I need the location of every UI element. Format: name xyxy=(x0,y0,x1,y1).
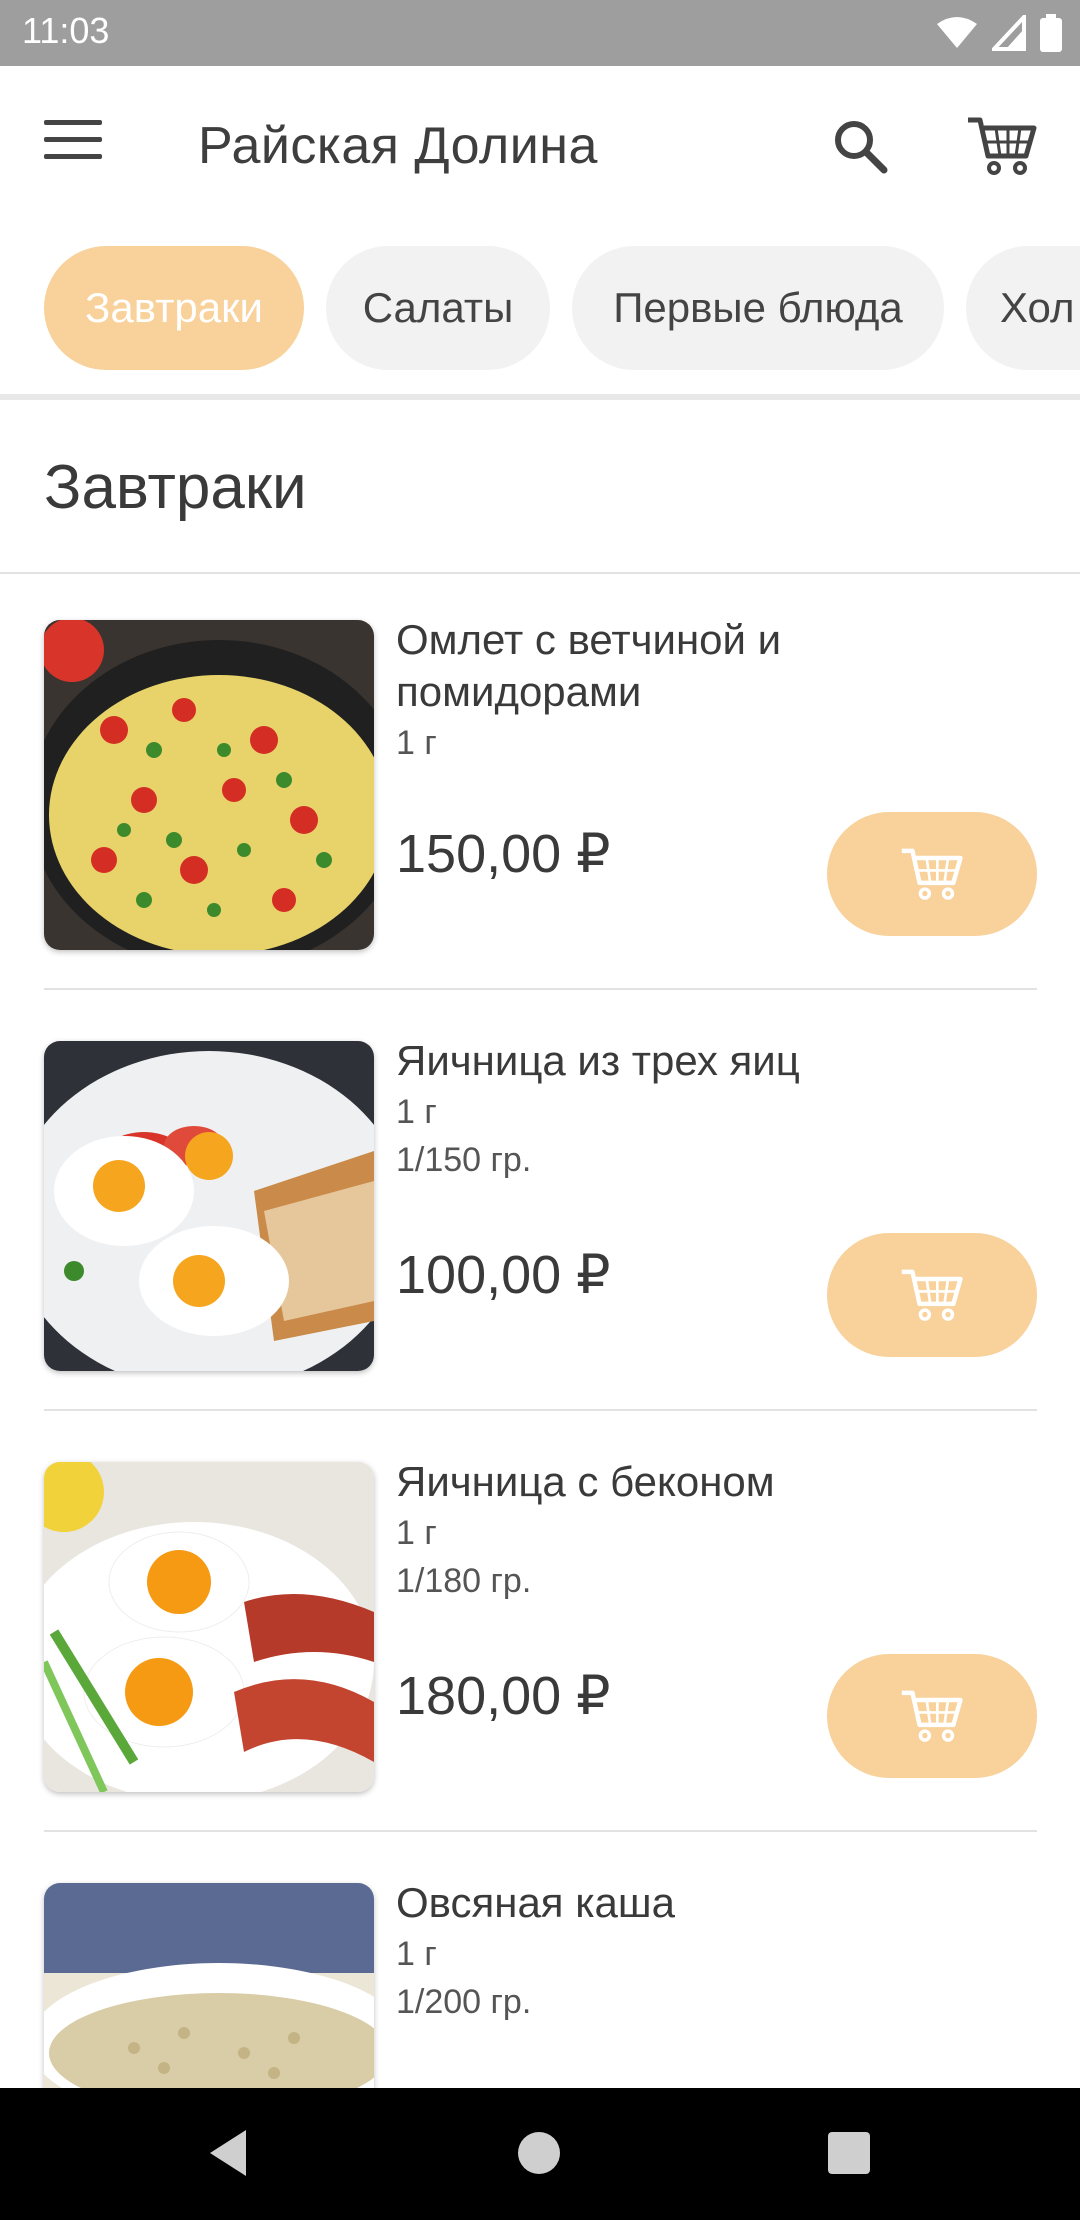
app-title: Райская Долина xyxy=(198,117,598,175)
battery-icon xyxy=(1040,14,1062,52)
search-icon xyxy=(835,121,888,174)
back-icon[interactable] xyxy=(206,2128,250,2178)
omelette-image xyxy=(44,620,374,950)
cart-button[interactable] xyxy=(966,110,1038,182)
add-to-cart-icon xyxy=(901,1690,963,1742)
item-name: Яичница с беконом xyxy=(396,1458,775,1505)
item-weight: 1/150 гр. xyxy=(396,1141,532,1179)
wifi-icon xyxy=(937,17,977,48)
add-to-cart-icon xyxy=(901,848,963,900)
item-name: Овсяная каша xyxy=(396,1879,675,1926)
tab-breakfast[interactable]: Завтраки xyxy=(44,246,304,370)
app-bar: Райская Долина xyxy=(0,66,1080,226)
cart-icon xyxy=(968,117,1037,175)
item-divider xyxy=(44,1830,1037,1832)
item-price: 180,00 ₽ xyxy=(396,1666,611,1726)
add-to-cart-icon xyxy=(901,1269,963,1321)
menu-button[interactable] xyxy=(44,120,102,164)
item-divider xyxy=(44,1409,1037,1411)
system-nav-bar xyxy=(0,2088,1080,2220)
status-time: 11:03 xyxy=(22,10,110,51)
tab-salads[interactable]: Салаты xyxy=(326,246,550,370)
add-to-cart-button[interactable] xyxy=(827,1233,1037,1357)
recents-icon[interactable] xyxy=(828,2132,870,2174)
section-title: Завтраки xyxy=(44,453,307,522)
menu-icon xyxy=(44,120,102,159)
item-price: 100,00 ₽ xyxy=(396,1245,611,1305)
item-weight: 1/200 гр. xyxy=(396,1983,532,2021)
fried-eggs-image xyxy=(44,1041,374,1371)
item-quantity: 1 г xyxy=(396,1935,437,1973)
add-to-cart-button[interactable] xyxy=(827,1654,1037,1778)
signal-icon xyxy=(992,15,1026,51)
tab-cold-dishes[interactable]: Хол xyxy=(966,246,1080,370)
status-bar: 11:03 xyxy=(0,0,1080,66)
list-item[interactable]: Омлет с ветчиной и помидорами 1 г 150,00… xyxy=(0,574,1080,994)
item-price: 150,00 ₽ xyxy=(396,824,611,884)
list-item[interactable]: Овсяная каша 1 г 1/200 гр. xyxy=(0,1837,1080,2088)
tabs-divider xyxy=(0,394,1080,400)
item-weight: 1/180 гр. xyxy=(396,1562,532,1600)
list-item[interactable]: Яичница с беконом 1 г 1/180 гр. 180,00 ₽ xyxy=(0,1416,1080,1836)
status-icons xyxy=(936,12,1062,54)
item-quantity: 1 г xyxy=(396,1093,437,1131)
item-quantity: 1 г xyxy=(396,1514,437,1552)
item-name: Омлет с ветчиной и помидорами xyxy=(396,616,782,715)
home-icon[interactable] xyxy=(518,2132,560,2174)
item-name: Яичница из трех яиц xyxy=(396,1037,800,1084)
item-quantity: 1 г xyxy=(396,724,437,762)
add-to-cart-button[interactable] xyxy=(827,812,1037,936)
category-tabs: Завтраки Салаты Первые блюда Хол xyxy=(0,246,1080,370)
eggs-bacon-image xyxy=(44,1462,374,1792)
oatmeal-image xyxy=(44,1883,374,2088)
search-button[interactable] xyxy=(830,116,890,176)
list-item[interactable]: Яичница из трех яиц 1 г 1/150 гр. 100,00… xyxy=(0,995,1080,1415)
item-divider xyxy=(44,988,1037,990)
tab-first-courses[interactable]: Первые блюда xyxy=(572,246,944,370)
